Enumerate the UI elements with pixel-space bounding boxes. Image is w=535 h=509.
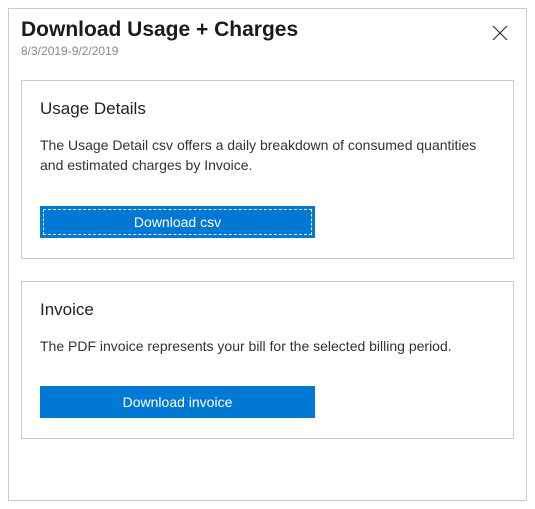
invoice-card: Invoice The PDF invoice represents your … [21, 281, 514, 439]
title-block: Download Usage + Charges 8/3/2019-9/2/20… [21, 17, 486, 58]
close-button[interactable] [486, 19, 514, 47]
close-icon [492, 25, 508, 41]
download-usage-charges-panel: Download Usage + Charges 8/3/2019-9/2/20… [8, 8, 527, 501]
usage-details-description: The Usage Detail csv offers a daily brea… [40, 135, 495, 176]
usage-details-card: Usage Details The Usage Detail csv offer… [21, 80, 514, 259]
panel-title: Download Usage + Charges [21, 17, 486, 42]
download-csv-button[interactable]: Download csv [40, 206, 315, 238]
invoice-title: Invoice [40, 300, 495, 320]
panel-header: Download Usage + Charges 8/3/2019-9/2/20… [21, 17, 514, 58]
download-invoice-button[interactable]: Download invoice [40, 386, 315, 418]
invoice-description: The PDF invoice represents your bill for… [40, 336, 495, 356]
panel-date-range: 8/3/2019-9/2/2019 [21, 44, 486, 58]
usage-details-title: Usage Details [40, 99, 495, 119]
